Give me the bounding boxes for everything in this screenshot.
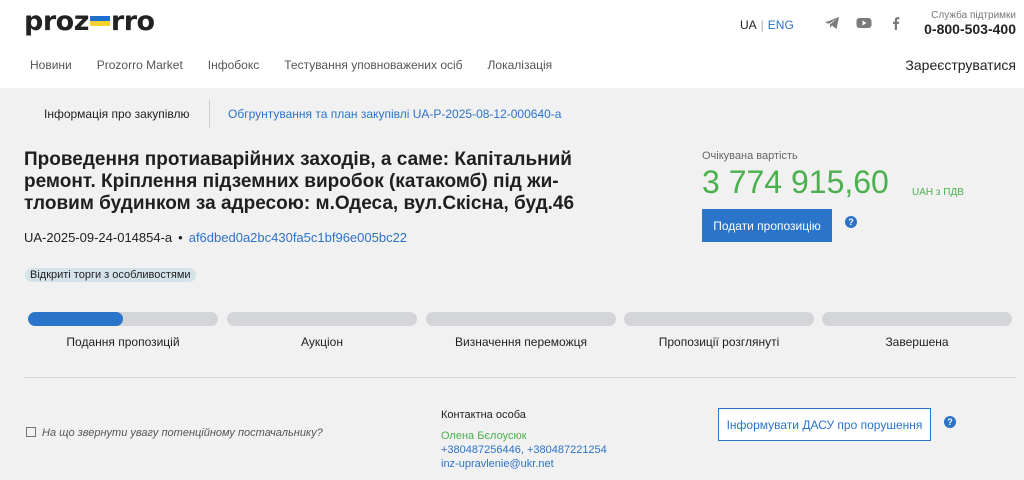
support-label: Служба підтримки [931,10,1016,21]
contact-person: Контактна особа Олена Бєлоусюк +38048725… [441,408,607,471]
stage-label-auction: Аукціон [301,335,343,349]
expected-value: 3 774 915,60 [702,164,889,200]
nav-item-market[interactable]: Prozorro Market [97,58,183,72]
section-divider [24,377,1016,378]
lang-ua[interactable]: UA [740,18,757,32]
stage-label-completed: Завершена [885,335,949,349]
stage-label-reviewed: Пропозиції розглянуті [658,335,780,349]
logo-text-left: proz [24,6,89,37]
tender-hash-link[interactable]: af6dbed0a2bc430fa5c1bf96e005bc22 [189,230,407,245]
external-link-icon [26,427,36,437]
contact-header: Контактна особа [441,409,526,421]
help-icon[interactable]: ? [845,216,857,228]
attention-text: На що звернути увагу потенційному постач… [42,427,323,439]
telegram-icon[interactable] [824,15,840,31]
prozorro-logo[interactable]: proz rro [24,6,155,37]
submit-proposal-button[interactable]: Подати пропозицію [702,209,832,242]
ukraine-flag-icon [89,15,110,26]
tender-main: Інформація про закупівлю Обгрунтування т… [0,88,1024,480]
stage-bar-auction [227,312,417,326]
stage-bar-completed [822,312,1012,326]
currency-note: UAH з ПДВ [912,187,964,198]
register-link[interactable]: Зареєструватися [905,57,1016,73]
contact-email[interactable]: inz-upravlenie@ukr.net [441,457,607,471]
tab-procurement-info[interactable]: Інформація про закупівлю [44,107,189,121]
tender-ids: UA-2025-09-24-014854-a • af6dbed0a2bc430fa… [24,230,408,245]
social-links [824,15,904,31]
expected-value-label: Очікувана вартість [702,150,798,162]
logo-text-right: rro [110,6,155,37]
tab-divider [209,100,210,128]
report-dasu-button[interactable]: Інформувати ДАСУ про порушення [718,408,931,441]
main-nav: Новини Prozorro Market Інфобокс Тестуван… [0,46,1024,88]
contact-phones[interactable]: +380487256446, +380487221254 [441,443,607,457]
stage-bar-submission [28,312,218,326]
tab-procurement-plan[interactable]: Обгрунтування та план закупівлі UA-P-202… [228,107,561,121]
support-phone[interactable]: 0-800-503-400 [924,21,1016,37]
language-switcher: UA | ENG [740,18,794,32]
nav-item-news[interactable]: Новини [30,58,72,72]
youtube-icon[interactable] [856,15,872,31]
facebook-icon[interactable] [888,15,904,31]
procedure-badge: Відкриті торги з особливостями [25,268,196,282]
support-block: Служба підтримки 0-800-503-400 [924,10,1016,37]
top-header: proz rro UA | ENG Служба підтримки 0-800-50… [0,0,1024,46]
tender-id: UA-2025-09-24-014854-a [24,230,173,245]
nav-item-infobox[interactable]: Інфобокс [208,58,259,72]
tender-title: Проведення протиаварійних заходів, а сам… [24,149,575,214]
stage-bar-reviewed [624,312,814,326]
stage-label-submission: Подання пропозицій [66,335,180,349]
contact-name: Олена Бєлоусюк [441,430,527,442]
lang-eng[interactable]: ENG [768,18,794,32]
supplier-attention-link[interactable]: На що звернути увагу потенційному постач… [26,427,323,439]
stage-label-winner: Визначення переможця [455,335,587,349]
nav-item-testing[interactable]: Тестування уповноважених осіб [284,58,462,72]
stage-bar-winner [426,312,616,326]
help-icon[interactable]: ? [944,416,956,428]
nav-item-localization[interactable]: Локалізація [488,58,553,72]
stage-fill [28,312,123,326]
